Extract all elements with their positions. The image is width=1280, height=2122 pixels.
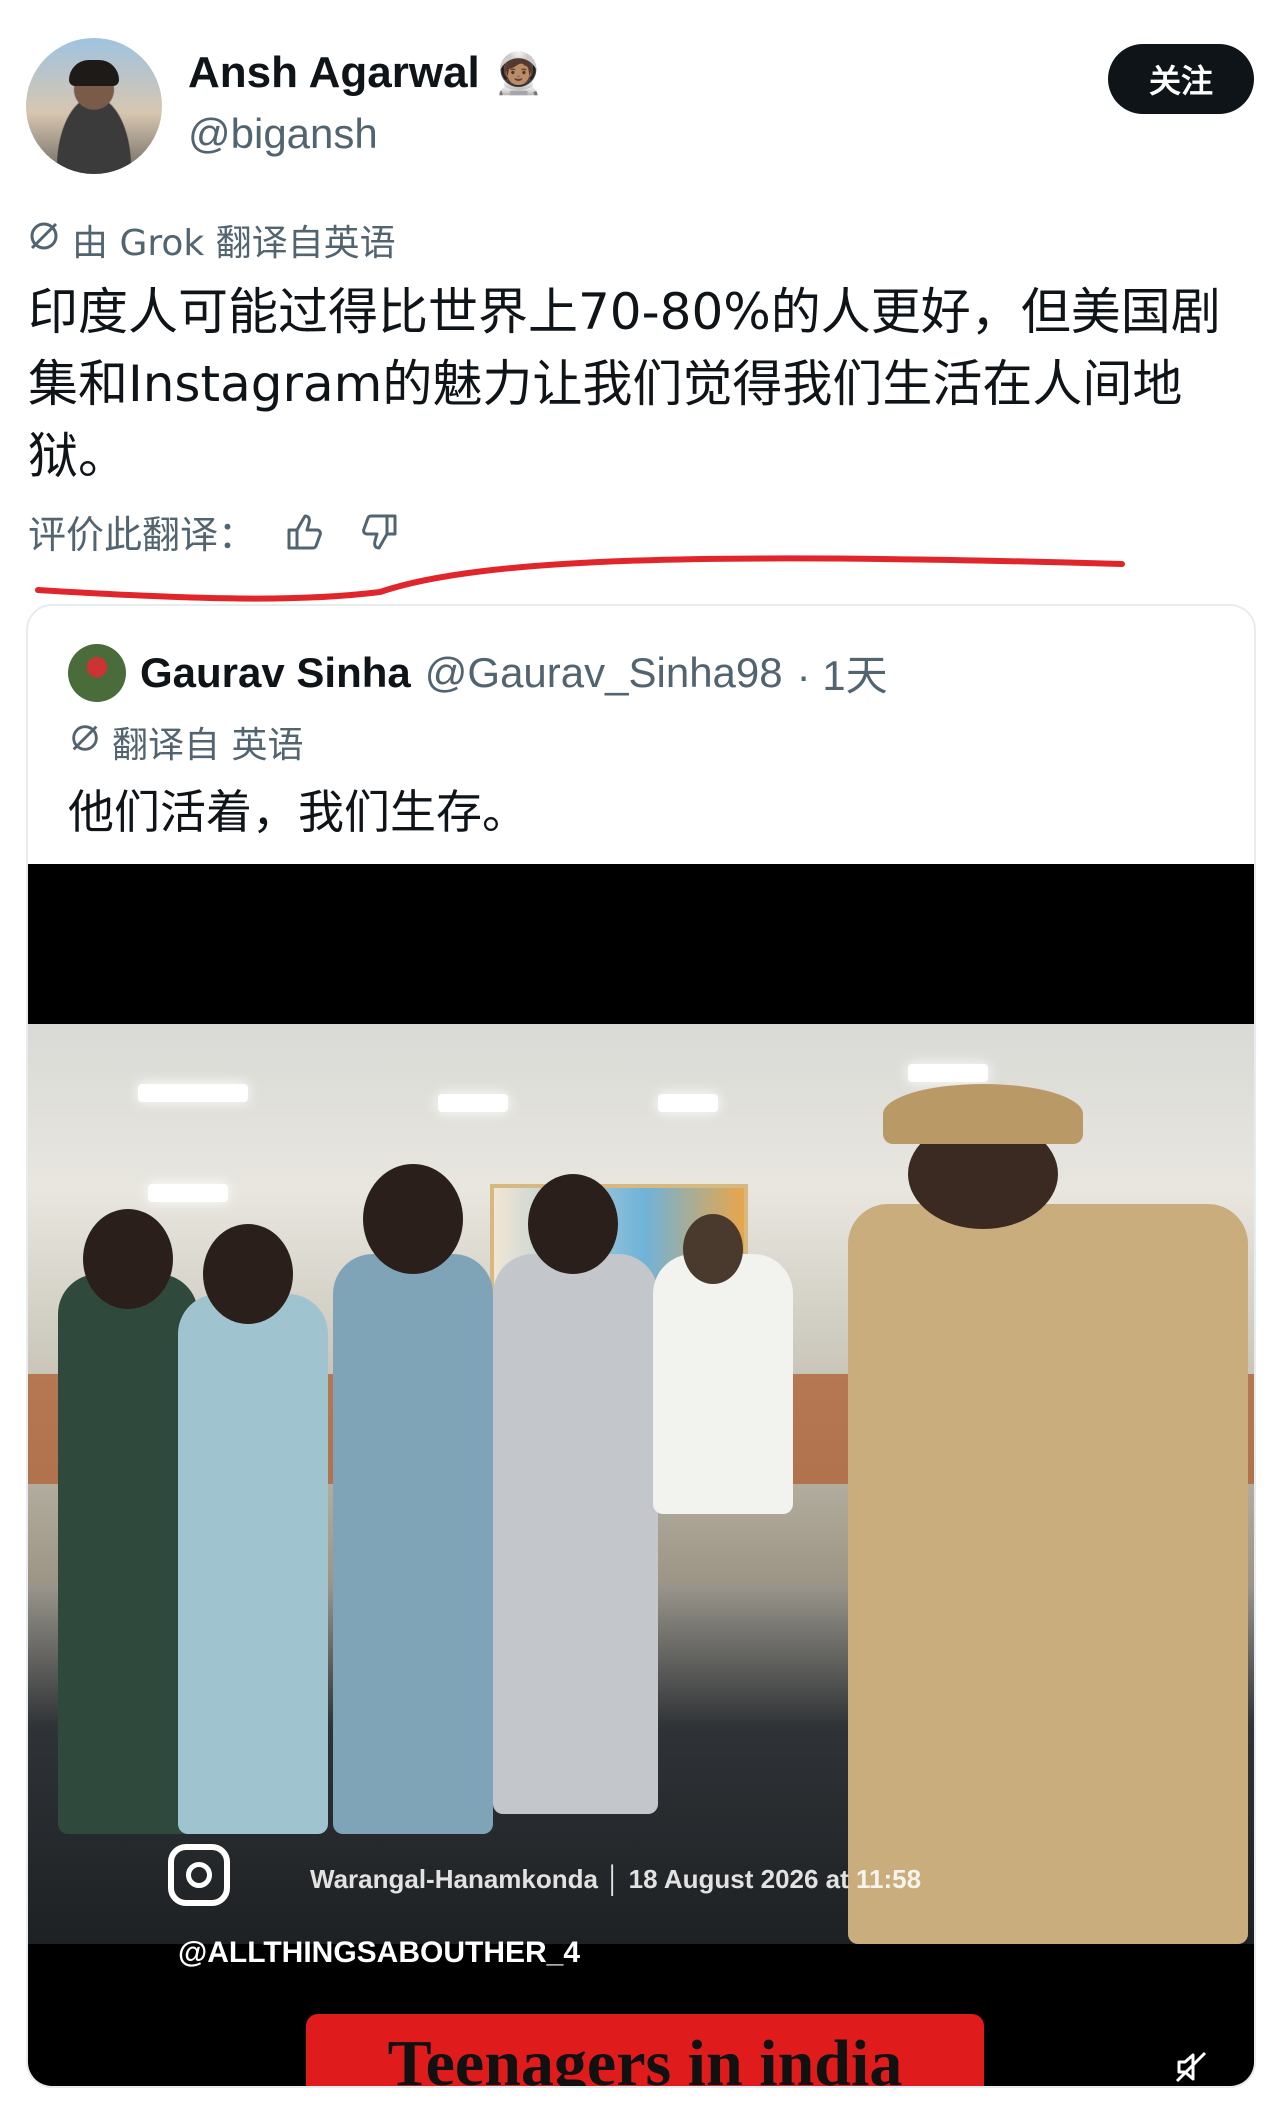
avatar[interactable] xyxy=(26,38,162,174)
post-text: 印度人可能过得比世界上70-80%的人更好，但美国剧集和Instagram的魅力… xyxy=(28,283,1221,485)
quoted-translated-label: 翻译自 英语 xyxy=(112,725,304,766)
follow-button[interactable]: 关注 xyxy=(1108,44,1254,114)
translated-by-label: 由 Grok 翻译自英语 xyxy=(72,223,396,264)
author-name[interactable]: Ansh Agarwal xyxy=(188,48,480,98)
quoted-author-name[interactable]: Gaurav Sinha xyxy=(140,649,411,697)
video-title-banner: Teenagers in india xyxy=(306,2014,984,2086)
quoted-text: 他们活着，我们生存。 xyxy=(68,785,528,839)
instagram-icon xyxy=(168,1844,230,1906)
quoted-translated-from[interactable]: 翻译自 英语 xyxy=(68,716,303,768)
translate-icon xyxy=(68,721,102,764)
quoted-avatar[interactable] xyxy=(68,643,126,702)
video-watermark: @ALLTHINGSABOUTHER_4 xyxy=(178,1936,581,1969)
translated-by-grok[interactable]: 由 Grok 翻译自英语 xyxy=(26,214,396,266)
author-handle[interactable]: @bigansh xyxy=(188,110,378,158)
translate-icon xyxy=(26,218,62,263)
video-frame xyxy=(28,1024,1254,1944)
red-annotation-underline xyxy=(35,555,1125,602)
quoted-author-handle[interactable]: @Gaurav_Sinha98 xyxy=(425,649,783,697)
post-header: Ansh Agarwal 🧑🏽‍🚀 @bigansh 关注 xyxy=(26,38,1254,178)
astronaut-emoji: 🧑🏽‍🚀 xyxy=(493,50,544,97)
mute-icon[interactable] xyxy=(1168,2044,1214,2086)
video-location-caption: Warangal-Hanamkonda │ 18 August 2026 at … xyxy=(310,1864,922,1894)
quoted-header: Gaurav Sinha @Gaurav_Sinha98 · 1天 xyxy=(68,642,888,703)
quoted-post[interactable]: Gaurav Sinha @Gaurav_Sinha98 · 1天 翻译自 英语… xyxy=(26,604,1256,2088)
quoted-time: · 1天 xyxy=(796,652,888,699)
author-name-row[interactable]: Ansh Agarwal 🧑🏽‍🚀 xyxy=(188,48,544,98)
video-player[interactable]: Warangal-Hanamkonda │ 18 August 2026 at … xyxy=(28,864,1254,2086)
